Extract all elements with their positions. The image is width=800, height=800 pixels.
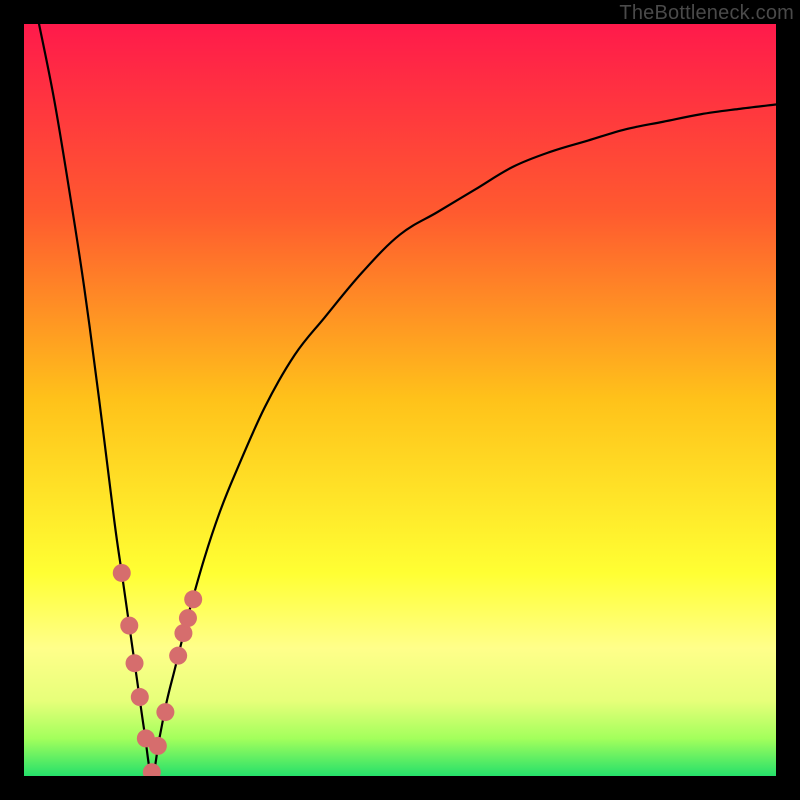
chart-svg — [24, 24, 776, 776]
watermark-text: TheBottleneck.com — [619, 2, 794, 25]
chart-plot-area — [24, 24, 776, 776]
marker-dot — [120, 617, 138, 635]
marker-dot — [149, 737, 167, 755]
marker-dot — [169, 647, 187, 665]
marker-dot — [179, 609, 197, 627]
marker-dot — [184, 590, 202, 608]
marker-dot — [126, 654, 144, 672]
marker-dot — [156, 703, 174, 721]
marker-dot — [113, 564, 131, 582]
marker-dot — [131, 688, 149, 706]
chart-frame: TheBottleneck.com — [0, 0, 800, 800]
